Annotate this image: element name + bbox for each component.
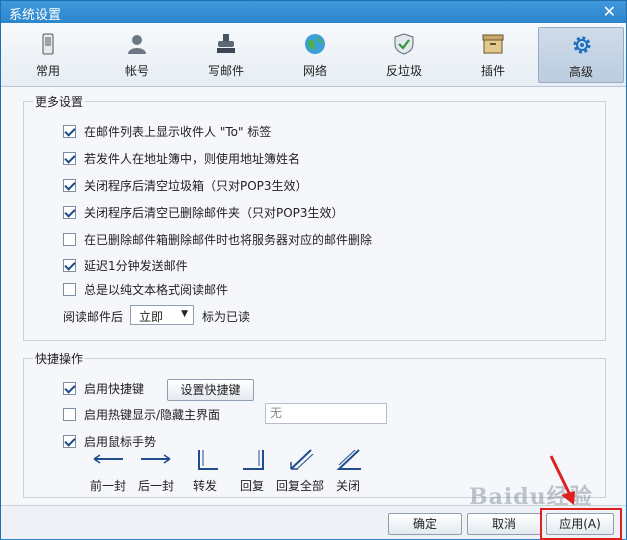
tab-label: 高级 xyxy=(568,65,593,79)
checkbox[interactable] xyxy=(63,151,76,165)
user-icon xyxy=(128,35,146,54)
more-settings-title: 更多设置 xyxy=(33,93,86,110)
shortcuts-title: 快捷操作 xyxy=(33,350,86,367)
tab-network[interactable]: 网络 xyxy=(272,27,358,83)
option-empty-deleted-on-exit[interactable]: 关闭程序后清空已删除邮件夹（只对POP3生效） xyxy=(63,204,344,220)
checkbox[interactable] xyxy=(63,232,76,246)
set-hotkeys-button[interactable]: 设置快捷键 xyxy=(167,379,254,401)
reply-all-gesture-icon xyxy=(290,449,314,470)
tab-account[interactable]: 帐号 xyxy=(94,27,180,83)
dialog-footer: 确定 取消 应用(A) xyxy=(1,505,626,540)
settings-window: 系统设置 ✕ 常用 帐号 写邮件 网络 反垃圾 插件 高级 更多设置 在邮件列表… xyxy=(0,0,627,540)
gesture-previous[interactable]: 前一封 xyxy=(85,449,131,493)
checkbox[interactable] xyxy=(63,381,76,395)
globe-icon xyxy=(305,34,325,54)
option-delete-on-server[interactable]: 在已删除邮件箱删除邮件时也将服务器对应的邮件删除 xyxy=(63,231,372,247)
close-icon[interactable]: ✕ xyxy=(603,1,616,23)
close-gesture-icon xyxy=(336,449,361,470)
hotkey-input[interactable]: 无 xyxy=(265,403,387,424)
tab-label: 常用 xyxy=(35,64,60,78)
option-mouse-gesture[interactable]: 启用鼠标手势 xyxy=(63,433,156,449)
title-bar: 系统设置 ✕ xyxy=(1,1,626,23)
tab-label: 写邮件 xyxy=(207,64,244,78)
option-plain-text[interactable]: 总是以纯文本格式阅读邮件 xyxy=(63,281,228,297)
stamp-icon xyxy=(217,34,235,53)
forward-gesture-icon xyxy=(198,450,218,470)
phone-icon xyxy=(42,33,54,55)
gear-icon xyxy=(573,36,591,54)
ok-button[interactable]: 确定 xyxy=(388,513,462,535)
checkbox[interactable] xyxy=(63,205,76,219)
gesture-next[interactable]: 后一封 xyxy=(133,449,179,493)
tab-plugins[interactable]: 插件 xyxy=(450,27,536,83)
gesture-reply-all[interactable]: 回复全部 xyxy=(276,449,324,493)
annotation-arrow-icon xyxy=(549,455,575,505)
checkbox[interactable] xyxy=(63,178,76,192)
tab-general[interactable]: 常用 xyxy=(5,27,91,83)
option-enable-hotkeys[interactable]: 启用快捷键 xyxy=(63,380,144,396)
tab-label: 插件 xyxy=(480,64,505,78)
mark-read-select-value: 立即 xyxy=(139,310,164,324)
checkbox[interactable] xyxy=(63,282,76,296)
option-empty-junk-on-exit[interactable]: 关闭程序后清空垃圾箱（只对POP3生效） xyxy=(63,177,308,193)
option-delay-send[interactable]: 延迟1分钟发送邮件 xyxy=(63,257,188,273)
checkbox[interactable] xyxy=(63,124,76,138)
window-title: 系统设置 xyxy=(9,8,62,23)
tab-antispam[interactable]: 反垃圾 xyxy=(361,27,447,83)
box-icon xyxy=(482,34,504,54)
apply-highlight-box xyxy=(540,508,622,540)
tab-advanced[interactable]: 高级 xyxy=(538,27,624,83)
tab-label: 帐号 xyxy=(124,64,149,78)
shield-icon xyxy=(394,33,414,55)
gesture-reply[interactable]: 回复 xyxy=(229,449,275,493)
option-show-to-label[interactable]: 在邮件列表上显示收件人 "To" 标签 xyxy=(63,123,271,139)
gesture-label: 关闭 xyxy=(335,479,360,493)
mark-read-suffix: 标为已读 xyxy=(202,310,251,324)
cancel-button[interactable]: 取消 xyxy=(467,513,541,535)
arrow-left-icon xyxy=(93,454,123,464)
chevron-down-icon: ▼ xyxy=(181,309,188,319)
reply-gesture-icon xyxy=(243,450,264,470)
option-use-addressbook-name[interactable]: 若发件人在地址簿中，则使用地址簿姓名 xyxy=(63,150,300,166)
checkbox[interactable] xyxy=(63,407,76,421)
checkbox[interactable] xyxy=(63,434,76,448)
mark-read-select[interactable]: 立即 ▼ xyxy=(130,305,194,325)
option-hotkey-toggle-main[interactable]: 启用热键显示/隐藏主界面 xyxy=(63,406,220,422)
gesture-close[interactable]: 关闭 xyxy=(325,449,371,493)
checkbox[interactable] xyxy=(63,258,76,272)
tab-compose[interactable]: 写邮件 xyxy=(183,27,269,83)
read-after-label: 阅读邮件后 xyxy=(63,310,124,324)
settings-tabbar: 常用 帐号 写邮件 网络 反垃圾 插件 高级 xyxy=(1,23,626,87)
gesture-forward[interactable]: 转发 xyxy=(182,449,228,493)
tab-label: 网络 xyxy=(302,64,327,78)
arrow-right-icon xyxy=(141,454,171,464)
tab-label: 反垃圾 xyxy=(385,64,422,78)
